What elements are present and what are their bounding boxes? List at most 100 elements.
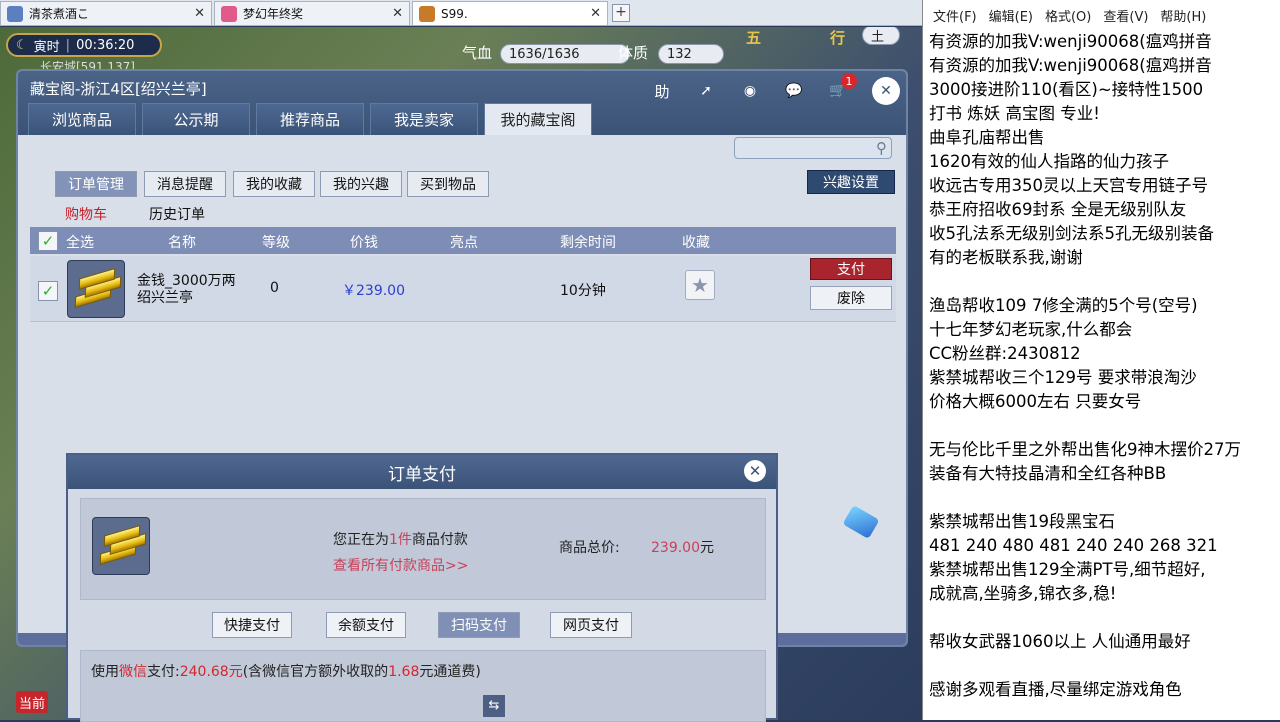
browser-tab-1[interactable]: 清茶煮酒こ ✕	[0, 1, 212, 25]
note-line: 曲阜孔庙帮出售	[929, 128, 1045, 147]
menu-file[interactable]: 文件(F)	[933, 6, 977, 25]
interest-settings-button[interactable]: 兴趣设置	[807, 170, 895, 194]
browser-tab-bar: 清茶煮酒こ ✕ 梦幻年终奖 ✕ S99. ✕ +	[0, 0, 922, 26]
history-tab[interactable]: 历史订单	[149, 204, 205, 224]
time-label: 寅时	[33, 39, 60, 55]
wechat-amount: 240.68元	[179, 664, 243, 680]
note-line	[929, 414, 1280, 438]
paying-suffix: 商品付款	[411, 532, 468, 548]
col-price: 价钱	[350, 235, 378, 251]
table-row[interactable]: ✓ 金钱_3000万两 绍兴兰亭 0 ￥239.00 10分钟 ★ 支付 废除	[30, 256, 896, 322]
payment-info-box: 您正在为1件商品付款 查看所有付款商品>> 商品总价: 239.00元	[80, 498, 766, 600]
note-line: CC粉丝群:2430812	[929, 344, 1081, 363]
menu-view[interactable]: 查看(V)	[1103, 6, 1148, 25]
close-icon[interactable]: ✕	[392, 6, 403, 21]
tab-recommend[interactable]: 推荐商品	[256, 103, 364, 135]
cart-icon[interactable]: 🛒 1	[824, 73, 857, 105]
row-checkbox[interactable]: ✓	[38, 281, 58, 301]
search-input[interactable]: ⚲	[734, 137, 892, 159]
tab-seller[interactable]: 我是卖家	[370, 103, 478, 135]
note-line: 有资源的加我V:wenji90068(瘟鸡拼音	[929, 32, 1212, 51]
subtab-interests[interactable]: 我的兴趣	[320, 171, 402, 197]
order-payment-dialog: 订单支付 ✕ 您正在为1件商品付款 查看所有付款商品>> 商品总价: 239.0…	[66, 453, 778, 722]
item-remaining: 10分钟	[560, 283, 606, 299]
wechat-note-a: (含微信官方额外收取的	[242, 664, 389, 680]
menu-bar: 文件(F) 编辑(E) 格式(O) 查看(V) 帮助(H)	[923, 0, 1280, 30]
refresh-icon[interactable]: ⇆	[483, 695, 505, 717]
tab-public[interactable]: 公示期	[142, 103, 250, 135]
browser-tab-label: 清茶煮酒こ	[29, 7, 90, 21]
browser-tab-3[interactable]: S99. ✕	[412, 1, 608, 25]
wechat-pay-text: 使用微信支付:240.68元(含微信官方额外收取的1.68元通道费)	[91, 661, 481, 681]
note-line: 装备有大特技晶清和全红各种BB	[929, 464, 1167, 483]
item-level: 0	[270, 280, 279, 296]
note-line: 恭王府招收69封系 全是无级别队友	[929, 200, 1187, 219]
tab-browse[interactable]: 浏览商品	[28, 103, 136, 135]
moon-icon: ☾	[16, 37, 28, 53]
col-highlight: 亮点	[450, 235, 478, 251]
paying-prefix: 您正在为	[333, 532, 389, 548]
menu-format[interactable]: 格式(O)	[1045, 6, 1091, 25]
menu-edit[interactable]: 编辑(E)	[989, 6, 1033, 25]
paying-text: 您正在为1件商品付款	[333, 529, 468, 549]
tab-favicon-icon	[7, 5, 23, 22]
tab-my-pavilion[interactable]: 我的藏宝阁	[484, 103, 592, 135]
subtab-favorites[interactable]: 我的收藏	[233, 171, 315, 197]
total-value: 239.00	[651, 540, 700, 556]
time-value: 00:36:20	[76, 37, 135, 53]
star-icon[interactable]: ★	[685, 270, 715, 300]
cart-badge: 1	[841, 73, 857, 89]
subtab-orders[interactable]: 订单管理	[55, 171, 137, 197]
time-divider: |	[65, 37, 71, 53]
record-icon[interactable]: ◉	[736, 77, 764, 105]
close-icon[interactable]: ✕	[744, 460, 766, 482]
pay-button[interactable]: 支付	[810, 258, 892, 280]
note-line: 3000接进阶110(看区)~接特性1500	[929, 80, 1204, 99]
col-name: 名称	[168, 235, 196, 251]
paying-count: 1件	[389, 532, 412, 548]
pay-quick-tab[interactable]: 快捷支付	[212, 612, 292, 638]
note-line: 帮收女武器1060以上 人仙通用最好	[929, 632, 1191, 651]
note-line	[929, 606, 1280, 630]
note-line: 紫禁城帮出售129全满PT号,细节超好,	[929, 560, 1206, 579]
share-icon[interactable]: ➚	[692, 77, 720, 105]
panel-tabs: 浏览商品 公示期 推荐商品 我是卖家 我的藏宝阁	[28, 103, 598, 135]
pay-scan-tab[interactable]: 扫码支付	[438, 612, 520, 638]
note-line: 紫禁城帮收三个129号 要求带浪淘沙	[929, 368, 1197, 387]
current-label: 当前	[16, 691, 48, 713]
cart-tab[interactable]: 购物车	[65, 204, 107, 224]
notes-text-area[interactable]: 有资源的加我V:wenji90068(瘟鸡拼音 有资源的加我V:wenji9006…	[923, 30, 1280, 702]
close-icon[interactable]: ✕	[194, 6, 205, 21]
col-favorite: 收藏	[682, 235, 710, 251]
total-unit: 元	[700, 540, 714, 556]
delete-button[interactable]: 废除	[810, 286, 892, 310]
subtab-messages[interactable]: 消息提醒	[144, 171, 226, 197]
note-line	[929, 486, 1280, 510]
game-time: ☾ 寅时 | 00:36:20	[6, 33, 162, 57]
total-label: 商品总价:	[559, 540, 620, 556]
new-tab-button[interactable]: +	[612, 4, 630, 22]
subtab-bought[interactable]: 买到物品	[407, 171, 489, 197]
pay-balance-tab[interactable]: 余额支付	[326, 612, 406, 638]
help-button[interactable]: 助	[648, 77, 676, 105]
dialog-header: 订单支付 ✕	[68, 455, 776, 489]
browser-tab-2[interactable]: 梦幻年终奖 ✕	[214, 1, 410, 25]
view-all-link[interactable]: 查看所有付款商品>>	[333, 555, 468, 575]
note-line: 紫禁城帮出售19段黑宝石	[929, 512, 1115, 531]
item-price: ￥239.00	[342, 283, 405, 299]
close-icon[interactable]: ✕	[872, 77, 900, 105]
item-name-line2: 绍兴兰亭	[137, 290, 193, 306]
gold-bars-icon	[67, 260, 125, 318]
wechat-word: 微信	[119, 664, 147, 680]
note-line	[929, 654, 1280, 678]
note-line	[929, 270, 1280, 294]
pay-web-tab[interactable]: 网页支付	[550, 612, 632, 638]
select-all-checkbox[interactable]: ✓	[38, 231, 58, 251]
note-line: 价格大概6000左右 只要女号	[929, 392, 1142, 411]
wechat-mid: 支付:	[147, 664, 180, 680]
chat-icon[interactable]: 💬	[780, 77, 808, 105]
close-icon[interactable]: ✕	[590, 6, 601, 21]
menu-help[interactable]: 帮助(H)	[1160, 6, 1206, 25]
tab-favicon-icon	[419, 5, 435, 22]
search-icon[interactable]: ⚲	[876, 139, 887, 157]
